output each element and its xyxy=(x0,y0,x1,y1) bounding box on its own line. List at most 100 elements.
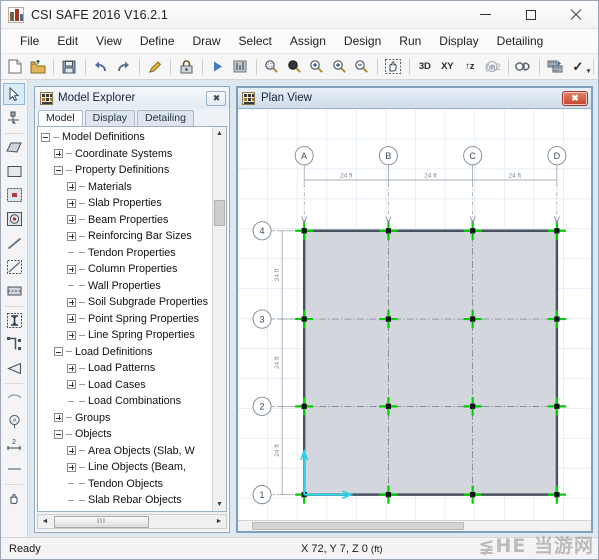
point-object[interactable] xyxy=(470,403,476,409)
draw-circular-area-tool[interactable] xyxy=(3,208,25,230)
tree-item[interactable]: Line Spring Properties xyxy=(41,327,212,344)
slab-area-object[interactable] xyxy=(303,229,558,496)
menu-define[interactable]: Define xyxy=(131,31,184,51)
point-object[interactable] xyxy=(301,316,307,322)
expand-plus-icon[interactable] xyxy=(67,314,76,324)
draw-slab-rebar-tool[interactable] xyxy=(3,458,25,480)
zoom-rubber-band-icon[interactable] xyxy=(262,56,283,77)
snap-options-tool[interactable] xyxy=(3,487,25,509)
expand-plus-icon[interactable] xyxy=(67,264,76,274)
view-z-button[interactable]: ↑z xyxy=(460,56,481,77)
point-object[interactable] xyxy=(470,228,476,234)
plan-drawing[interactable]: A B C D 4 3 2 1 24 ft 24 ft 24 ft 24 ft 24 ft 24 ft xyxy=(238,109,591,520)
run-design-icon[interactable] xyxy=(230,56,251,77)
scroll-up-icon[interactable]: ▲ xyxy=(213,127,226,140)
collapse-minus-icon[interactable] xyxy=(54,429,63,439)
draw-reference-point-tool[interactable]: A xyxy=(3,410,25,432)
view-xy-button[interactable]: XY xyxy=(437,56,458,77)
tree-item[interactable]: Groups xyxy=(41,410,212,427)
tree-item[interactable]: Materials xyxy=(41,179,212,196)
point-object[interactable] xyxy=(385,403,392,409)
tree-item[interactable]: Property Definitions xyxy=(41,162,212,179)
tree-item[interactable]: Load Cases xyxy=(41,377,212,394)
tree-item[interactable]: Coordinate Systems xyxy=(41,146,212,163)
quick-draw-line-tool[interactable] xyxy=(3,333,25,355)
tree-item[interactable]: Tendon Objects xyxy=(41,476,212,493)
menu-file[interactable]: File xyxy=(11,31,48,51)
expand-plus-icon[interactable] xyxy=(67,198,76,208)
point-object[interactable] xyxy=(301,228,307,234)
tree-item[interactable]: Soil Subgrade Properties xyxy=(41,294,212,311)
point-object[interactable] xyxy=(301,403,307,409)
point-object[interactable] xyxy=(554,491,560,498)
scroll-left-icon[interactable]: ◄ xyxy=(38,518,52,525)
draw-design-strip-tool[interactable] xyxy=(3,280,25,302)
point-object[interactable] xyxy=(385,491,392,498)
tree-item[interactable]: Load Definitions xyxy=(41,344,212,361)
draw-section-cut-tool[interactable] xyxy=(3,386,25,408)
toolbar-overflow-button[interactable]: ▾ xyxy=(583,58,594,75)
tree-item[interactable]: Area Objects (Slab, W xyxy=(41,443,212,460)
point-object[interactable] xyxy=(554,403,560,409)
tab-model[interactable]: Model xyxy=(38,110,83,126)
expand-plus-icon[interactable] xyxy=(67,215,76,225)
tree-item[interactable]: Beam Properties xyxy=(41,212,212,229)
reshape-object-tool[interactable] xyxy=(3,107,25,129)
plan-view-canvas[interactable]: A B C D 4 3 2 1 24 ft 24 ft 24 ft 24 ft 24 ft 24 ft xyxy=(238,109,591,520)
save-icon[interactable] xyxy=(59,56,80,77)
tree-item[interactable]: Reinforcing Bar Sizes xyxy=(41,228,212,245)
menu-display[interactable]: Display xyxy=(430,31,487,51)
expand-plus-icon[interactable] xyxy=(54,413,63,423)
perspective-toggle-icon[interactable]: (\u25cf) xyxy=(482,56,503,77)
redo-icon[interactable] xyxy=(113,56,134,77)
undo-icon[interactable] xyxy=(91,56,112,77)
zoom-previous-icon[interactable] xyxy=(284,56,305,77)
lock-icon[interactable] xyxy=(176,56,197,77)
zoom-out-icon[interactable] xyxy=(352,56,373,77)
model-tree-vscrollbar[interactable]: ▲ ▼ xyxy=(212,127,226,511)
object-shrink-icon[interactable] xyxy=(514,56,535,77)
vscroll-thumb[interactable] xyxy=(214,200,225,226)
point-object[interactable] xyxy=(470,491,476,498)
menu-draw[interactable]: Draw xyxy=(184,31,230,51)
scroll-down-icon[interactable]: ▼ xyxy=(213,498,226,511)
draw-null-line-tool[interactable] xyxy=(3,256,25,278)
plan-hscroll-thumb[interactable] xyxy=(252,522,464,530)
point-object[interactable] xyxy=(554,228,560,234)
menu-design[interactable]: Design xyxy=(335,31,390,51)
draw-line-object-tool[interactable] xyxy=(3,232,25,254)
tree-item[interactable]: Wall Properties xyxy=(41,278,212,295)
point-object[interactable] xyxy=(470,316,476,322)
expand-plus-icon[interactable] xyxy=(54,149,63,159)
tree-item[interactable]: Load Patterns xyxy=(41,360,212,377)
menu-edit[interactable]: Edit xyxy=(48,31,87,51)
tree-item[interactable]: Design Strip Objects xyxy=(41,509,212,512)
quick-draw-area-tool[interactable] xyxy=(3,309,25,331)
expand-plus-icon[interactable] xyxy=(67,446,76,456)
expand-plus-icon[interactable] xyxy=(67,231,76,241)
tree-item[interactable]: Model Definitions xyxy=(41,129,212,146)
tab-detailing[interactable]: Detailing xyxy=(137,110,194,126)
new-file-icon[interactable] xyxy=(5,56,26,77)
collapse-minus-icon[interactable] xyxy=(54,165,63,175)
zoom-all-icon[interactable] xyxy=(329,56,350,77)
run-analysis-icon[interactable] xyxy=(208,56,229,77)
plan-view-hscrollbar[interactable] xyxy=(238,520,591,531)
draw-rect-area-tool[interactable] xyxy=(3,160,25,182)
expand-plus-icon[interactable] xyxy=(67,462,76,472)
plan-view-close-button[interactable]: ✖ xyxy=(562,90,588,106)
expand-plus-icon[interactable] xyxy=(67,182,76,192)
model-explorer-close-button[interactable]: ✖ xyxy=(206,90,226,106)
tree-item[interactable]: Column Properties xyxy=(41,261,212,278)
scroll-right-icon[interactable]: ► xyxy=(212,518,226,525)
zoom-in-icon[interactable] xyxy=(307,56,328,77)
point-object[interactable] xyxy=(554,316,560,322)
tree-item[interactable]: Load Combinations xyxy=(41,393,212,410)
menu-detailing[interactable]: Detailing xyxy=(488,31,553,51)
select-pointer-tool[interactable] xyxy=(3,83,25,105)
menu-select[interactable]: Select xyxy=(230,31,281,51)
expand-plus-icon[interactable] xyxy=(67,380,76,390)
set-display-options-icon[interactable] xyxy=(545,56,566,77)
collapse-minus-icon[interactable] xyxy=(41,132,50,142)
draw-tendon-tool[interactable] xyxy=(3,357,25,379)
